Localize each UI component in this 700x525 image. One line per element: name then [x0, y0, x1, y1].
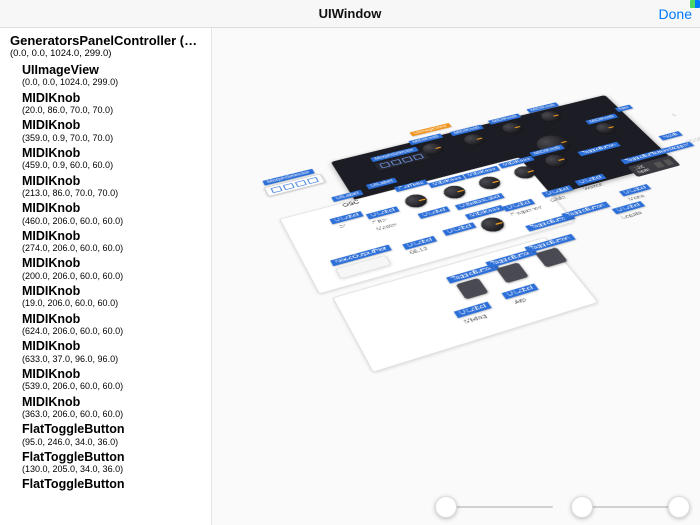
badge-navb: NavB [658, 131, 683, 140]
tree-item-name: MIDIKnob [22, 284, 211, 298]
tree-item[interactable]: UIImageView(0.0, 0.0, 1024.0, 299.0) [4, 62, 211, 90]
midiknob[interactable] [542, 152, 570, 167]
depth-sliders [437, 497, 688, 517]
tree-item-name: MIDIKnob [22, 256, 211, 270]
label-mono: Mono [627, 193, 646, 201]
top-bar: UIWindow Done [0, 0, 700, 28]
done-button[interactable]: Done [659, 6, 692, 22]
tree-item-name: MIDIKnob [22, 312, 211, 326]
tree-item-frame: (130.0, 205.0, 34.0, 36.0) [22, 464, 211, 475]
tree-item[interactable]: MIDIKnob(539.0, 206.0, 60.0, 60.0) [4, 366, 211, 394]
tree-item[interactable]: MIDIKnob(633.0, 37.0, 96.0, 96.0) [4, 338, 211, 366]
depth-slider-1[interactable] [437, 506, 553, 508]
tree-item[interactable]: MIDIKnob(459.0, 0.9, 60.0, 60.0) [4, 145, 211, 173]
tree-item-name: FlatToggleButton [22, 477, 211, 491]
badge-togglebutton: ToggleButton [561, 201, 610, 219]
tree-item[interactable]: FlatToggleButton(95.0, 246.0, 34.0, 36.0… [4, 421, 211, 449]
tree-item[interactable]: MIDIKnob(460.0, 206.0, 60.0, 60.0) [4, 200, 211, 228]
tree-item-name: MIDIKnob [22, 395, 211, 409]
exploded-view-canvas[interactable]: UIImageView MIDIKnob MIDIKnob MIDIKnob M… [212, 28, 700, 525]
tree-item-name: FlatToggleButton [22, 450, 211, 464]
hierarchy-sidebar[interactable]: GeneratorsPanelController (UIVi... (0.0,… [0, 28, 212, 525]
tree-item-name: MIDIKnob [22, 146, 211, 160]
tree-item-frame: (213.0, 86.0, 70.0, 70.0) [22, 188, 211, 199]
tree-item-frame: (633.0, 37.0, 96.0, 96.0) [22, 354, 211, 365]
tree-item[interactable]: MIDIKnob(213.0, 86.0, 70.0, 70.0) [4, 173, 211, 201]
tree-item-name: MIDIKnob [22, 339, 211, 353]
tree-item[interactable]: FlatToggleButton(130.0, 205.0, 34.0, 36.… [4, 449, 211, 477]
tree-item-frame: (20.0, 86.0, 70.0, 70.0) [22, 105, 211, 116]
badge-togglebutton: ToggleButton [577, 141, 620, 156]
tree-item-frame: (359.0, 0.9, 70.0, 70.0) [22, 133, 211, 144]
tree-item-name: MIDIKnob [22, 174, 211, 188]
play-icon[interactable] [654, 161, 665, 168]
tree-item-frame: (19.0, 206.0, 60.0, 60.0) [22, 298, 211, 309]
tree-item-frame: (200.0, 206.0, 60.0, 60.0) [22, 271, 211, 282]
tree-item[interactable]: MIDIKnob(274.0, 206.0, 60.0, 60.0) [4, 228, 211, 256]
tree-item-name: MIDIKnob [22, 91, 211, 105]
tree-item-frame: (0.0, 0.0, 1024.0, 299.0) [22, 77, 211, 88]
label-s: S [671, 113, 678, 117]
badge-uilabel: UILabel [541, 185, 574, 198]
tree-item-name: FlatToggleButton [22, 422, 211, 436]
tree-root-frame: (0.0, 0.0, 1024.0, 299.0) [4, 48, 211, 62]
tree-item[interactable]: MIDIKnob(19.0, 206.0, 60.0, 60.0) [4, 283, 211, 311]
tree-item-name: MIDIKnob [22, 229, 211, 243]
tree-item-name: UIImageView [22, 63, 211, 77]
tree-item-frame: (459.0, 0.9, 60.0, 60.0) [22, 160, 211, 171]
tree-item-frame: (539.0, 206.0, 60.0, 60.0) [22, 381, 211, 392]
tree-item-frame: (624.0, 206.0, 60.0, 60.0) [22, 326, 211, 337]
tree-item-frame: (460.0, 206.0, 60.0, 60.0) [22, 216, 211, 227]
tree-root-name[interactable]: GeneratorsPanelController (UIVi... [4, 31, 211, 48]
tree-item-frame: (95.0, 246.0, 34.0, 36.0) [22, 437, 211, 448]
tree-item-frame: (363.0, 206.0, 60.0, 60.0) [22, 409, 211, 420]
tree-item-name: MIDIKnob [22, 118, 211, 132]
tree-item[interactable]: MIDIKnob(359.0, 0.9, 70.0, 70.0) [4, 117, 211, 145]
tree-item[interactable]: MIDIKnob(363.0, 206.0, 60.0, 60.0) [4, 394, 211, 422]
tree-item[interactable]: MIDIKnob(624.0, 206.0, 60.0, 60.0) [4, 311, 211, 339]
label-adsr: ADSR [684, 135, 700, 144]
badge-nav: Nav [615, 104, 634, 111]
tree-item[interactable]: MIDIKnob(20.0, 86.0, 70.0, 70.0) [4, 90, 211, 118]
tree-item[interactable]: MIDIKnob(200.0, 206.0, 60.0, 60.0) [4, 255, 211, 283]
tree-item-frame: (274.0, 206.0, 60.0, 60.0) [22, 243, 211, 254]
tree-item[interactable]: FlatToggleButton [4, 476, 211, 492]
tree-item-name: MIDIKnob [22, 201, 211, 215]
stop-icon[interactable] [663, 159, 674, 166]
depth-slider-2[interactable] [573, 506, 689, 508]
window-title: UIWindow [319, 6, 382, 21]
badge-uilabel: UILabel [619, 184, 651, 196]
status-icon [690, 0, 700, 8]
tree-item-name: MIDIKnob [22, 367, 211, 381]
